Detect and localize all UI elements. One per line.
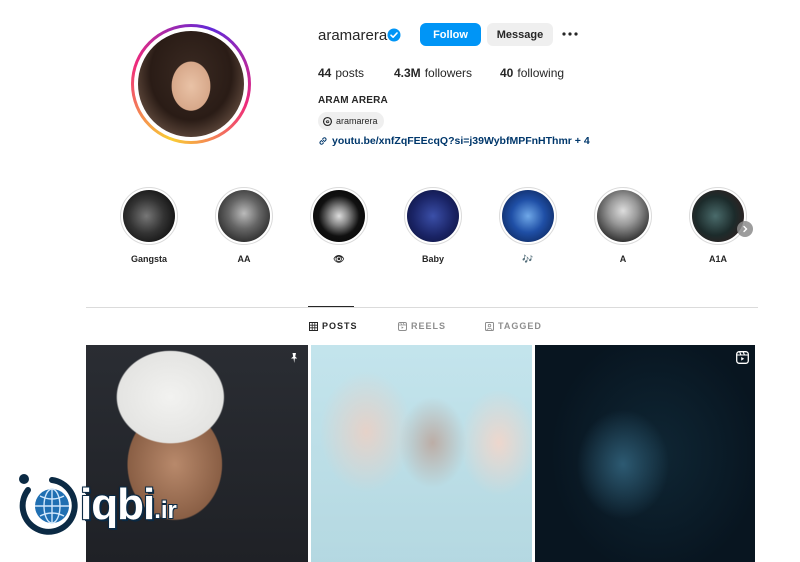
highlight-cover (404, 187, 462, 245)
grid-icon (309, 321, 318, 331)
tab-tagged[interactable]: TAGGED (485, 321, 542, 331)
following-stat[interactable]: 40 following (500, 66, 564, 80)
story-highlight[interactable]: AA (215, 187, 273, 264)
highlight-cover (310, 187, 368, 245)
tab-reels-label: REELS (411, 321, 447, 331)
threads-link[interactable]: aramarera (318, 112, 384, 130)
follow-button[interactable]: Follow (420, 23, 481, 46)
profile-full-name: ARAM ARERA (318, 95, 388, 106)
highlights-next-button[interactable] (737, 221, 753, 237)
link-icon (319, 137, 327, 145)
profile-avatar-border (134, 27, 248, 141)
highlight-label: 👁 (333, 254, 345, 264)
highlight-label: 🎶 (522, 254, 534, 264)
following-label: following (517, 66, 565, 80)
profile-username: aramarera (318, 27, 388, 44)
highlight-cover (594, 187, 652, 245)
threads-icon (322, 116, 333, 126)
tab-posts[interactable]: POSTS (309, 321, 358, 331)
globe-logo-icon (19, 474, 78, 535)
story-highlight[interactable]: Gangsta (120, 187, 178, 264)
profile-photo (138, 31, 244, 137)
followers-stat[interactable]: 4.3M followers (394, 66, 472, 80)
highlight-label: Gangsta (130, 254, 167, 264)
bio-external-link[interactable]: youtu.be/xnfZqFEEcqQ?si=j39WybfMPFnHThmr… (318, 135, 590, 147)
bio-link-text: youtu.be/xnfZqFEEcqQ?si=j39WybfMPFnHThmr… (332, 135, 590, 147)
tabs-divider (86, 307, 758, 308)
pin-icon (291, 353, 298, 363)
tab-tagged-label: TAGGED (498, 321, 542, 331)
active-tab-indicator (308, 306, 354, 307)
more-options-icon[interactable] (561, 28, 579, 40)
story-highlight[interactable]: Baby (404, 187, 462, 264)
followers-label: followers (424, 66, 473, 80)
highlight-label: A1A (708, 254, 727, 264)
following-count: 40 (500, 66, 514, 80)
highlight-cover (689, 187, 747, 245)
tab-reels[interactable]: REELS (398, 321, 446, 331)
story-highlight[interactable]: 👁 (310, 187, 368, 265)
message-button[interactable]: Message (487, 23, 553, 46)
profile-avatar[interactable] (131, 24, 251, 144)
post-thumbnail[interactable] (311, 345, 532, 562)
posts-stat: 44 posts (318, 66, 364, 80)
reels-icon (398, 321, 407, 331)
watermark-suffix: .ir (154, 497, 177, 524)
highlight-cover (499, 187, 557, 245)
highlight-label: AA (237, 254, 251, 264)
highlight-cover (120, 187, 178, 245)
site-watermark: iqbi .ir (16, 470, 177, 540)
chevron-right-icon (743, 225, 748, 233)
highlight-label: Baby (421, 254, 444, 264)
reel-icon (736, 351, 749, 364)
tab-posts-label: POSTS (322, 321, 358, 331)
story-highlight[interactable]: A (594, 187, 652, 264)
threads-handle: aramarera (336, 116, 378, 126)
highlight-label: A (619, 254, 627, 264)
highlight-cover (215, 187, 273, 245)
posts-label: posts (335, 66, 365, 80)
followers-count: 4.3M (394, 66, 421, 80)
post-thumbnail[interactable] (535, 345, 755, 562)
story-highlight[interactable]: 🎶 (499, 187, 557, 265)
watermark-name: iqbi (80, 480, 155, 529)
posts-count: 44 (318, 66, 332, 80)
verified-badge-icon (387, 28, 401, 42)
tagged-icon (485, 321, 494, 331)
